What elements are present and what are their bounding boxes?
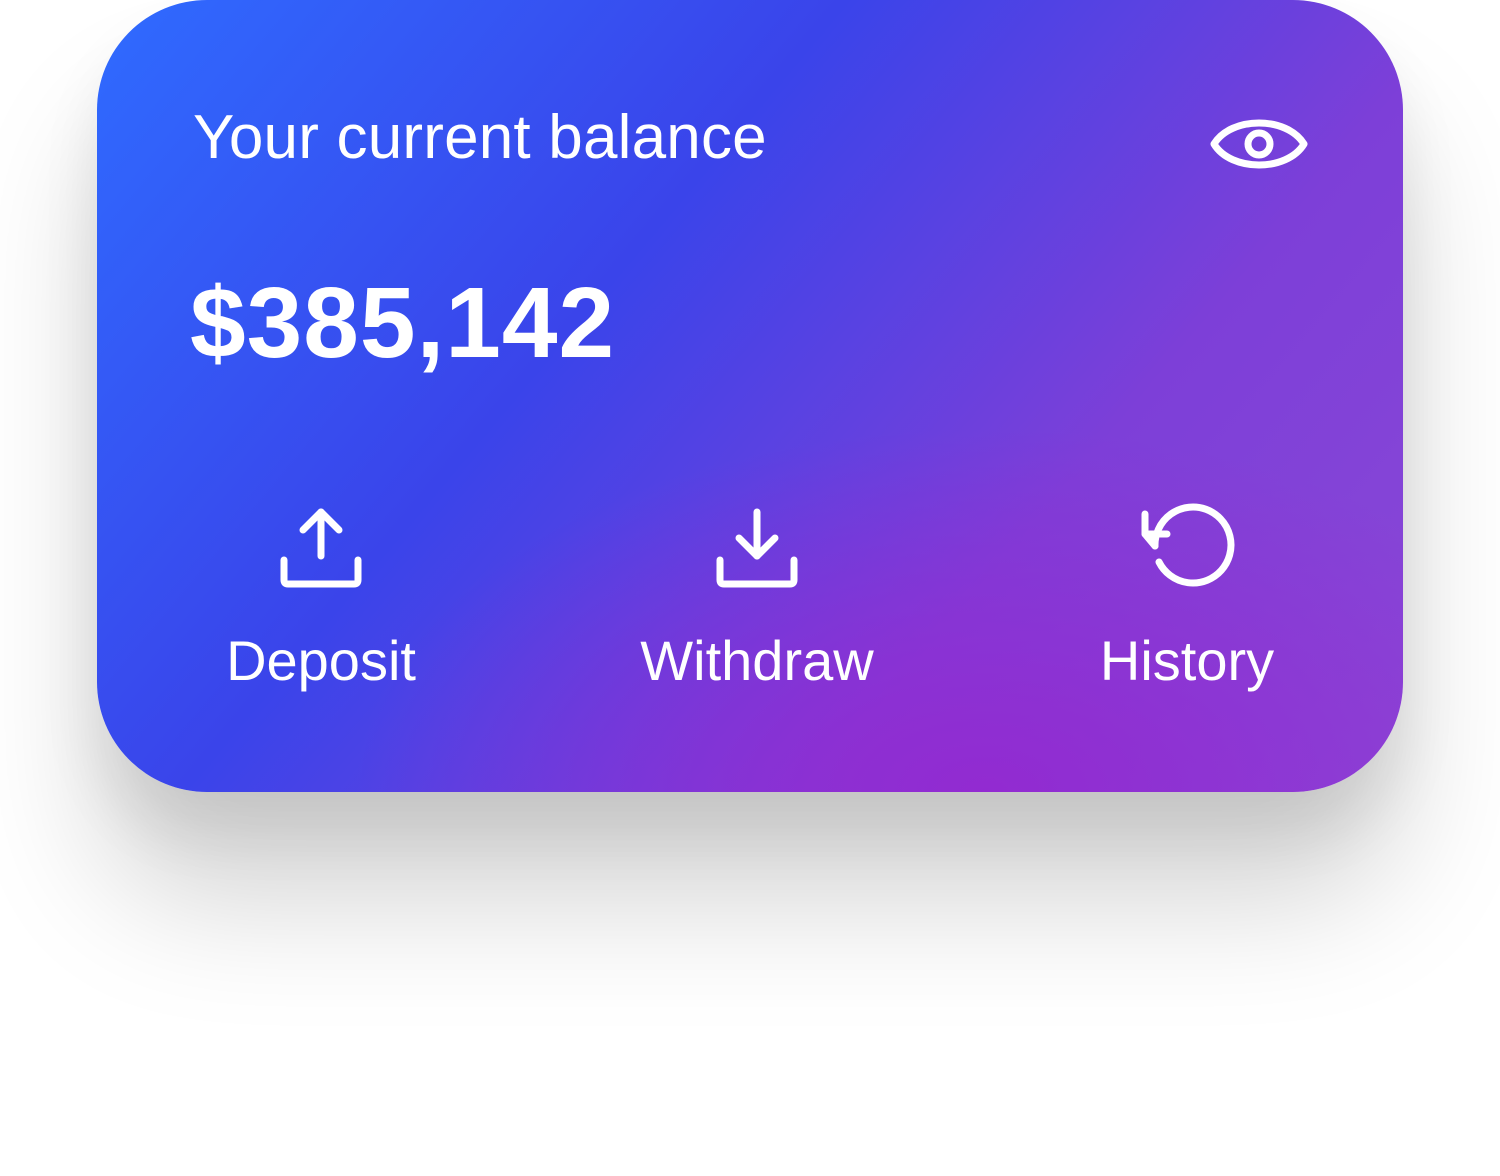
action-bar: Deposit Withdraw History — [97, 500, 1403, 710]
deposit-label: Deposit — [226, 629, 416, 692]
withdraw-label: Withdraw — [640, 629, 874, 692]
eye-icon — [1209, 104, 1309, 184]
balance-card: Your current balance $385,142 Deposit Wi… — [97, 0, 1403, 792]
toggle-balance-visibility-button[interactable] — [1209, 104, 1309, 184]
deposit-button[interactable]: Deposit — [171, 500, 471, 710]
download-icon — [709, 500, 805, 596]
upload-icon — [273, 500, 369, 596]
history-label: History — [1099, 629, 1275, 692]
history-icon — [1139, 500, 1235, 596]
balance-label: Your current balance — [193, 103, 767, 172]
balance-amount: $385,142 — [190, 267, 616, 379]
withdraw-button[interactable]: Withdraw — [607, 500, 907, 710]
history-button[interactable]: History — [1037, 500, 1337, 710]
